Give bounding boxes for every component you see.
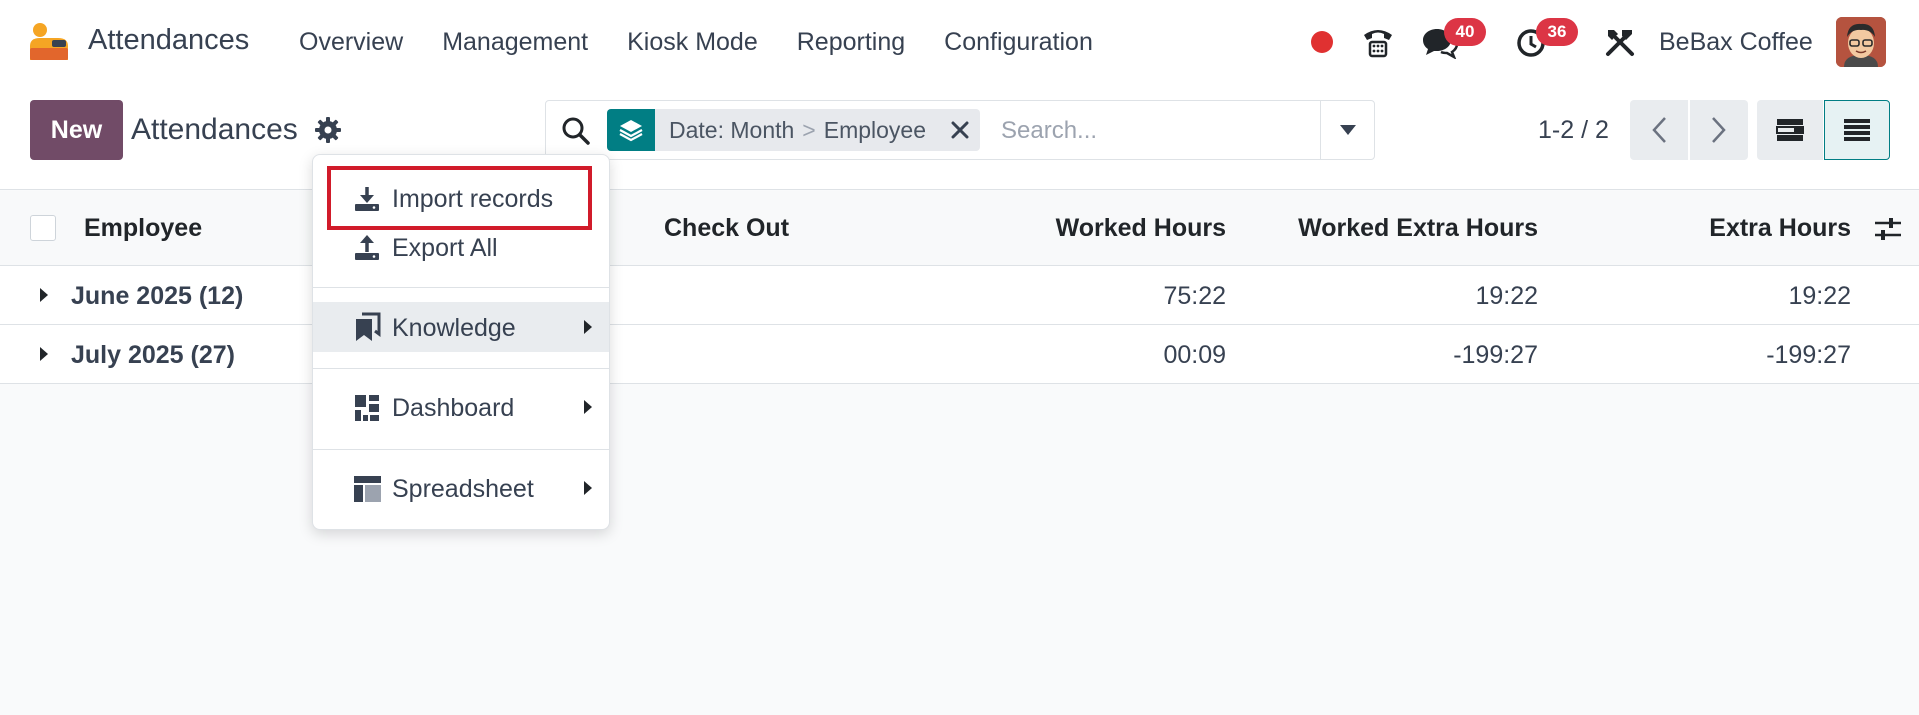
control-panel: New Attendances Date: Month > Employee S… [0, 86, 1919, 190]
facet-separator: > [802, 116, 816, 143]
messages-button[interactable]: 40 [1418, 16, 1486, 68]
caret-right-icon [584, 400, 592, 414]
menu-reporting[interactable]: Reporting [797, 28, 905, 57]
spreadsheet-item[interactable]: Spreadsheet [313, 463, 609, 513]
phone-icon [1364, 30, 1392, 58]
caret-down-icon [1339, 125, 1356, 135]
attendances-app-icon[interactable] [28, 22, 70, 62]
dashboard-item[interactable]: Dashboard [313, 382, 609, 432]
caret-right-icon [584, 481, 592, 495]
select-all-checkbox[interactable] [30, 215, 56, 241]
messages-badge: 40 [1444, 18, 1486, 46]
facet-field: Date: Month [669, 116, 795, 143]
group-label: July 2025 (27) [71, 341, 235, 369]
menu-overview[interactable]: Overview [299, 28, 403, 57]
bookmark-icon [356, 312, 381, 341]
group-worked-extra-hours: -199:27 [1453, 341, 1538, 369]
group-label: June 2025 (12) [71, 282, 244, 310]
search-options-toggle[interactable] [1320, 101, 1374, 159]
group-row[interactable]: July 2025 (27) 00:09 -199:27 -199:27 [0, 325, 1919, 384]
spreadsheet-icon [354, 476, 381, 502]
group-worked-hours: 00:09 [1163, 341, 1226, 369]
caret-right-icon [40, 347, 48, 361]
user-avatar[interactable] [1836, 17, 1886, 67]
search-bar: Date: Month > Employee [545, 100, 1375, 160]
kanban-view-button[interactable] [1757, 100, 1823, 160]
activities-badge: 36 [1536, 18, 1578, 46]
company-switcher[interactable]: BeBax Coffee [1659, 28, 1813, 57]
kanban-icon [1776, 119, 1804, 141]
main-menu: Overview Management Kiosk Mode Reporting… [299, 28, 1132, 57]
remove-facet-button[interactable] [940, 109, 980, 151]
search-input[interactable] [1001, 111, 1301, 151]
column-worked-extra-hours[interactable]: Worked Extra Hours [1298, 214, 1538, 243]
spreadsheet-label: Spreadsheet [392, 475, 534, 503]
group-worked-extra-hours: 19:22 [1475, 282, 1538, 310]
chevron-right-icon [1712, 117, 1726, 143]
layers-icon [607, 109, 655, 151]
dashboard-label: Dashboard [392, 394, 515, 422]
column-check-out[interactable]: Check Out [664, 214, 789, 243]
activities-button[interactable]: 36 [1510, 16, 1578, 68]
menu-configuration[interactable]: Configuration [944, 28, 1093, 57]
debug-tools-button[interactable] [1600, 16, 1640, 68]
group-by-facet: Date: Month > Employee [607, 109, 981, 151]
app-name[interactable]: Attendances [88, 24, 249, 57]
red-dot-icon [1311, 31, 1333, 53]
caret-right-icon [40, 288, 48, 302]
facet-value: Employee [823, 116, 927, 143]
gear-icon[interactable] [314, 116, 342, 144]
group-worked-hours: 75:22 [1163, 282, 1226, 310]
tools-icon [1606, 30, 1634, 56]
page-title: Attendances [131, 113, 298, 146]
group-extra-hours: -199:27 [1766, 341, 1851, 369]
menu-management[interactable]: Management [442, 28, 588, 57]
dashboard-icon [355, 395, 379, 421]
pager-value[interactable]: 1-2 / 2 [1538, 116, 1609, 145]
export-all-label: Export All [392, 234, 498, 262]
knowledge-item[interactable]: Knowledge [313, 302, 609, 352]
pager-next-button[interactable] [1690, 100, 1748, 160]
close-icon [951, 121, 969, 139]
export-all-item[interactable]: Export All [313, 223, 609, 273]
annotation-highlight [327, 166, 592, 230]
top-navbar: Attendances Overview Management Kiosk Mo… [0, 0, 1919, 86]
search-icon[interactable] [560, 115, 592, 147]
new-button[interactable]: New [30, 100, 123, 160]
pager-previous-button[interactable] [1630, 100, 1688, 160]
list-view-button[interactable] [1824, 100, 1890, 160]
upload-icon [355, 235, 379, 260]
phone-button[interactable] [1358, 16, 1398, 68]
list-header: Employee Check Out Worked Hours Worked E… [0, 191, 1919, 266]
column-worked-hours[interactable]: Worked Hours [1056, 214, 1226, 243]
optional-columns-icon[interactable] [1873, 215, 1903, 243]
facet-text: Date: Month > Employee [655, 117, 940, 144]
menu-kiosk-mode[interactable]: Kiosk Mode [627, 28, 758, 57]
avatar-image [1836, 17, 1886, 67]
knowledge-label: Knowledge [392, 314, 516, 342]
recording-indicator[interactable] [1310, 16, 1334, 68]
attendance-list: Employee Check Out Worked Hours Worked E… [0, 191, 1919, 384]
list-icon [1844, 119, 1870, 141]
group-extra-hours: 19:22 [1788, 282, 1851, 310]
column-employee[interactable]: Employee [84, 214, 202, 243]
caret-right-icon [584, 320, 592, 334]
menu-divider [313, 368, 609, 369]
group-row[interactable]: June 2025 (12) 75:22 19:22 19:22 [0, 266, 1919, 325]
menu-divider [313, 449, 609, 450]
chevron-left-icon [1652, 117, 1666, 143]
menu-divider [313, 287, 609, 288]
column-extra-hours[interactable]: Extra Hours [1709, 214, 1851, 243]
